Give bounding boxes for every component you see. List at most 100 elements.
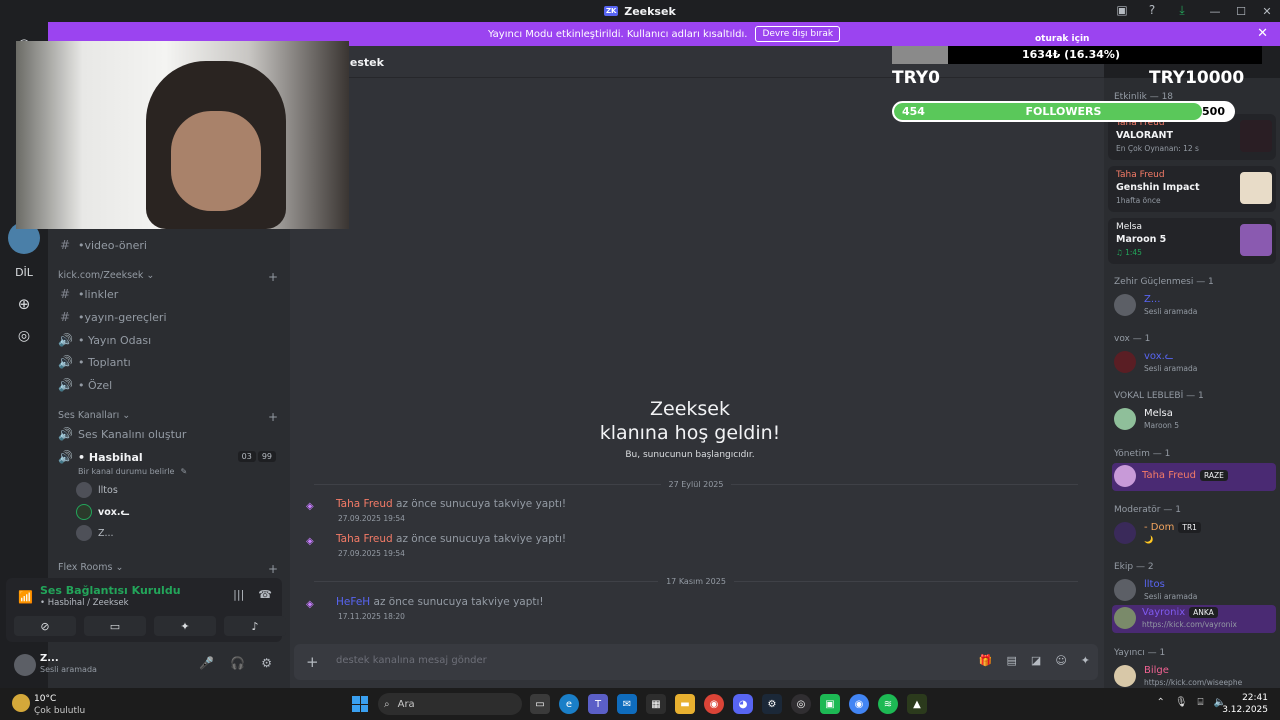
channel-status[interactable]: Bir kanal durumu belirle ✎	[78, 461, 187, 481]
activity-card[interactable]: Taha Freud Genshin Impact 1hafta önce	[1108, 166, 1276, 212]
member-item[interactable]: - Dom TR1 🌙	[1114, 520, 1274, 548]
spotify-icon[interactable]: ≋	[878, 694, 898, 714]
help-icon[interactable]: ?	[1144, 2, 1160, 18]
channel-yayin-odasi[interactable]: 🔊 • Yayın Odası	[58, 330, 151, 350]
microphone-icon[interactable]: 🎤	[199, 656, 214, 670]
add-channel-icon[interactable]: +	[268, 562, 278, 576]
signal-icon: 📶	[18, 590, 33, 604]
chrome-icon[interactable]: ◉	[704, 694, 724, 714]
emoji-icon[interactable]: ☺	[1055, 654, 1066, 667]
mail-icon[interactable]: ✉	[617, 694, 637, 714]
gear-icon[interactable]: ⚙	[261, 656, 272, 670]
game-art	[1240, 172, 1272, 204]
channel-toplanti[interactable]: 🔊 • Toplantı	[58, 352, 131, 372]
task-view-icon[interactable]: ▭	[530, 694, 550, 714]
member-item[interactable]: lltos Sesli aramada	[1114, 577, 1274, 605]
attach-icon[interactable]: +	[306, 653, 319, 671]
noise-suppression-icon[interactable]: |||	[233, 588, 244, 601]
network-icon[interactable]: ⌸	[1198, 697, 1204, 708]
member-item[interactable]: vox.ᓚ Sesli aramada	[1114, 349, 1274, 377]
message-author[interactable]: HeFeH	[336, 596, 370, 608]
member-item[interactable]: Melsa Maroon 5	[1114, 406, 1274, 434]
disconnect-icon[interactable]: ☎	[258, 588, 272, 601]
chevron-up-icon[interactable]: ⌃	[1156, 697, 1164, 708]
message-text: az önce sunucuya takviye yaptı!	[392, 498, 567, 510]
channel-label: • Özel	[78, 378, 113, 392]
member-item[interactable]: Z... Sesli aramada	[1114, 292, 1274, 320]
soundboard-button[interactable]: ♪	[224, 616, 286, 636]
voice-user[interactable]: lltos	[76, 481, 118, 499]
voice-status[interactable]: Ses Bağlantısı Kuruldu	[40, 584, 181, 597]
donation-goal-bar: 1634₺ (16.34%)	[892, 46, 1262, 64]
activity-sub: 1hafta önce	[1116, 196, 1161, 205]
store-icon[interactable]: ▦	[646, 694, 666, 714]
speaker-icon: 🔊	[58, 333, 73, 347]
add-server-icon[interactable]: ⊕	[8, 288, 40, 320]
download-icon[interactable]: ⤓	[1174, 2, 1190, 18]
user-name: Z...	[40, 653, 59, 664]
category-ses-kanallari[interactable]: Ses Kanalları ⌄ +	[58, 410, 278, 424]
edge-icon[interactable]: e	[559, 694, 579, 714]
category-flex-rooms[interactable]: Flex Rooms ⌄ +	[58, 562, 278, 576]
channel-video-oneri[interactable]: # •video-öneri	[58, 235, 147, 255]
member-item[interactable]: Bilge https://kick.com/wiseephe	[1114, 663, 1274, 691]
category-kick[interactable]: kick.com/Zeeksek ⌄ +	[58, 270, 278, 284]
steam-icon[interactable]: ⚙	[762, 694, 782, 714]
inbox-icon[interactable]: ▣	[1114, 2, 1130, 18]
gif-icon[interactable]: ▤	[1007, 654, 1017, 667]
app-icon[interactable]: ▣	[820, 694, 840, 714]
explorer-icon[interactable]: ▬	[675, 694, 695, 714]
sticker-icon[interactable]: ◪	[1031, 654, 1041, 667]
voice-badges: 03 99	[237, 451, 276, 462]
message-author[interactable]: Taha Freud	[336, 498, 393, 510]
close-window-button[interactable]: ✕	[1254, 0, 1280, 22]
discord-taskbar-icon[interactable]: ◕	[733, 694, 753, 714]
message-text: az önce sunucuya takviye yaptı!	[370, 596, 544, 608]
avatar	[76, 482, 92, 498]
member-item[interactable]: Taha Freud RAZE	[1112, 463, 1276, 491]
voice-user[interactable]: vox.ᓚ	[76, 503, 129, 521]
message-composer[interactable]: + destek kanalına mesaj gönder 🎁 ▤ ◪ ☺ ✦	[294, 644, 1098, 680]
add-channel-icon[interactable]: +	[268, 410, 278, 424]
server-dil[interactable]: DİL	[8, 256, 40, 288]
disable-streamer-mode-button[interactable]: Devre dışı bırak	[755, 26, 841, 42]
clock-time: 22:41	[1242, 693, 1268, 703]
goal-max: TRY10000	[1149, 68, 1245, 88]
channel-linkler[interactable]: # •linkler	[58, 284, 118, 304]
obs-icon[interactable]: ◎	[791, 694, 811, 714]
member-name: Taha Freud RAZE	[1142, 470, 1228, 481]
activities-button[interactable]: ✦	[154, 616, 216, 636]
apps-icon[interactable]: ✦	[1081, 654, 1090, 667]
screen-share-button[interactable]: ▭	[84, 616, 146, 636]
add-channel-icon[interactable]: +	[268, 270, 278, 284]
gift-icon[interactable]: 🎁	[979, 654, 993, 667]
nvidia-icon[interactable]: ▲	[907, 694, 927, 714]
message-input[interactable]: destek kanalına mesaj gönder	[336, 655, 487, 666]
channel-ozel[interactable]: 🔊 • Özel	[58, 375, 112, 395]
avatar	[1114, 408, 1136, 430]
member-item[interactable]: Vayronix ANKA https://kick.com/vayronix	[1112, 605, 1276, 633]
maximize-button[interactable]: ☐	[1228, 0, 1254, 22]
avatar[interactable]	[14, 654, 36, 676]
discover-icon[interactable]: ◎	[8, 320, 40, 352]
headphones-icon[interactable]: 🎧	[230, 656, 245, 670]
taskbar-search[interactable]: ⌕ Ara	[378, 693, 522, 715]
camera-off-button[interactable]: ⊘	[14, 616, 76, 636]
start-button[interactable]	[352, 696, 368, 712]
minimize-button[interactable]: —	[1202, 0, 1228, 22]
activity-card[interactable]: Melsa Maroon 5 ♫ 1:45	[1108, 218, 1276, 264]
voice-user[interactable]: Z...	[76, 524, 114, 542]
goal-min: TRY0	[892, 68, 940, 88]
banner-close-icon[interactable]: ✕	[1257, 26, 1268, 41]
date-label: 27 Eylül 2025	[668, 479, 724, 489]
message-author[interactable]: Taha Freud	[336, 533, 393, 545]
member-status: Sesli aramada	[1144, 364, 1198, 373]
hash-icon: #	[59, 310, 71, 324]
chrome-alt-icon[interactable]: ◉	[849, 694, 869, 714]
mic-tray-icon[interactable]: 🎙	[1175, 697, 1188, 708]
channel-ses-olustur[interactable]: 🔊 Ses Kanalını oluştur	[58, 424, 186, 444]
teams-icon[interactable]: T	[588, 694, 608, 714]
clock[interactable]: 22:41 3.12.2025	[1222, 692, 1268, 716]
member-tag: ANKA	[1189, 607, 1218, 618]
channel-yayin-gerecleri[interactable]: # •yayın-gereçleri	[58, 307, 167, 327]
